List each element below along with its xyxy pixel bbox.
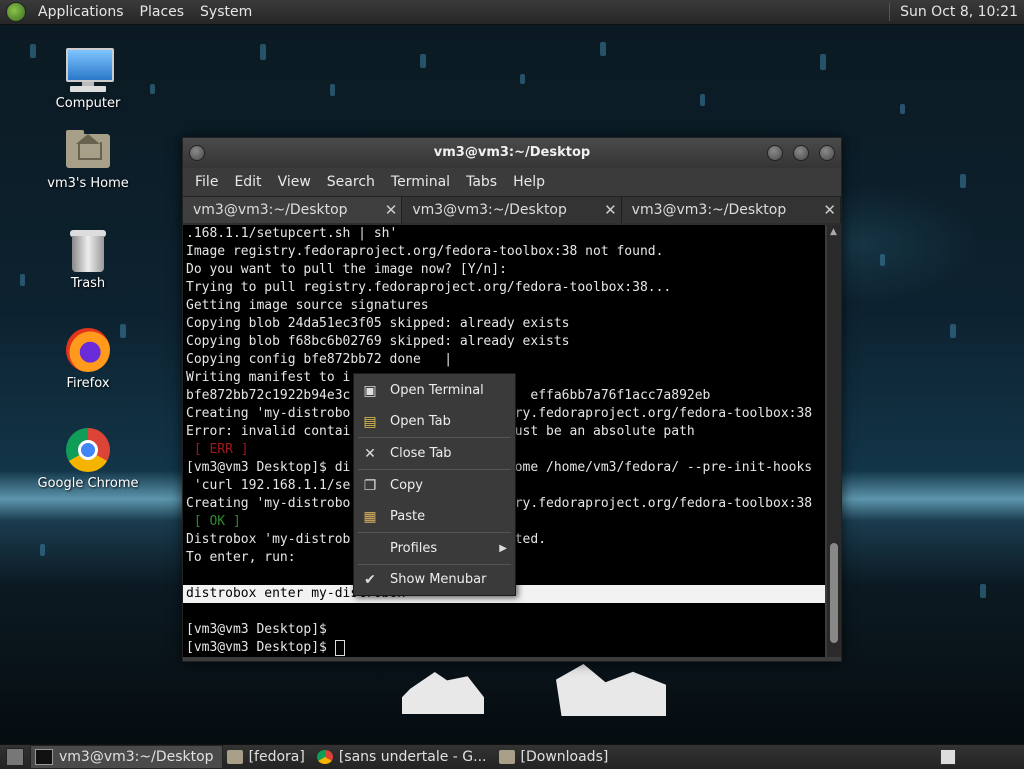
- trash-icon: [64, 226, 112, 274]
- check-icon: ✔: [364, 572, 376, 588]
- tab-close-icon[interactable]: ✕: [604, 197, 617, 223]
- terminal-line: Do you want to pull the image now? [Y/n]…: [186, 262, 507, 277]
- menu-item-profiles[interactable]: Profiles ▶: [354, 536, 515, 562]
- tab-label: vm3@vm3:~/Desktop: [412, 202, 567, 218]
- scroll-thumb[interactable]: [830, 543, 838, 643]
- submenu-arrow-icon: ▶: [499, 543, 507, 554]
- menu-help[interactable]: Help: [505, 174, 553, 190]
- menu-system[interactable]: System: [192, 0, 260, 24]
- terminal-line: Image registry.fedoraproject.org/fedora-…: [186, 244, 664, 259]
- menu-edit[interactable]: Edit: [226, 174, 269, 190]
- terminal-line: .168.1.1/setupcert.sh | sh': [186, 226, 398, 241]
- terminal-line: Copying blob f68bc6b02769 skipped: alrea…: [186, 334, 570, 349]
- menu-item-open-tab[interactable]: ▤ Open Tab: [354, 409, 515, 435]
- terminal-cursor: [334, 639, 345, 656]
- terminal-line: Copying config bfe872bb72 done |: [186, 352, 453, 367]
- menu-item-open-terminal[interactable]: ▣ Open Terminal: [354, 378, 515, 404]
- distro-logo-icon[interactable]: [6, 2, 26, 22]
- desktop-icon-label: Firefox: [66, 376, 110, 391]
- menu-search[interactable]: Search: [319, 174, 383, 190]
- desktop-icon-trash[interactable]: Trash: [28, 226, 148, 291]
- window-menu-icon[interactable]: [189, 145, 205, 161]
- menubar: File Edit View Search Terminal Tabs Help: [183, 168, 841, 196]
- terminal-icon: [35, 749, 53, 765]
- folder-icon: [498, 750, 515, 764]
- close-icon: ✕: [364, 446, 376, 462]
- terminal-tab-1[interactable]: vm3@vm3:~/Desktop ✕: [183, 197, 403, 223]
- terminal-line: Trying to pull registry.fedoraproject.or…: [186, 280, 672, 295]
- terminal-tab-2[interactable]: vm3@vm3:~/Desktop ✕: [402, 197, 622, 223]
- desktop-icon-home[interactable]: vm3's Home: [28, 126, 148, 191]
- menu-item-copy[interactable]: ❐ Copy: [354, 473, 515, 499]
- taskbar-item-terminal[interactable]: vm3@vm3:~/Desktop: [30, 745, 223, 769]
- tab-bar: vm3@vm3:~/Desktop ✕ vm3@vm3:~/Desktop ✕ …: [183, 196, 841, 225]
- menu-item-paste[interactable]: ▦ Paste: [354, 504, 515, 530]
- menu-tabs[interactable]: Tabs: [458, 174, 505, 190]
- terminal-icon: ▣: [363, 383, 377, 399]
- show-desktop-icon[interactable]: [6, 748, 24, 766]
- menu-item-show-menubar[interactable]: ✔ Show Menubar: [354, 567, 515, 593]
- terminal-line: [vm3@vm3 Desktop]$: [186, 622, 327, 637]
- desktop-icon-label: Computer: [55, 96, 121, 111]
- tab-close-icon[interactable]: ✕: [385, 197, 398, 223]
- terminal-line: Getting image source signatures: [186, 298, 429, 313]
- desktop-icon-firefox[interactable]: Firefox: [28, 326, 148, 391]
- new-tab-icon: ▤: [363, 414, 377, 430]
- terminal-line: Copying blob 24da51ec3f05 skipped: alrea…: [186, 316, 570, 331]
- chrome-icon: [316, 750, 333, 764]
- context-menu: ▣ Open Terminal ▤ Open Tab ✕ Close Tab ❐…: [353, 373, 516, 596]
- terminal-prompt-line: [vm3@vm3 Desktop]$: [183, 639, 825, 657]
- window-titlebar[interactable]: vm3@vm3:~/Desktop: [183, 138, 841, 168]
- maximize-icon[interactable]: [793, 145, 809, 161]
- tab-label: vm3@vm3:~/Desktop: [631, 202, 787, 218]
- terminal-scrollbar[interactable]: ▲: [827, 225, 841, 657]
- menu-file[interactable]: File: [187, 174, 226, 190]
- paste-icon: ▦: [363, 509, 377, 525]
- workspace-switcher[interactable]: [940, 749, 956, 765]
- menu-places[interactable]: Places: [132, 0, 193, 24]
- window-title: vm3@vm3:~/Desktop: [433, 145, 591, 160]
- desktop-icon-computer[interactable]: Computer: [28, 46, 148, 111]
- menu-applications[interactable]: Applications: [30, 0, 132, 24]
- scroll-up-icon[interactable]: ▲: [830, 227, 837, 237]
- taskbar-item-downloads[interactable]: [Downloads]: [495, 746, 617, 768]
- terminal-prompt: [vm3@vm3 Desktop]$: [186, 640, 335, 655]
- firefox-icon: [64, 326, 112, 374]
- tab-close-icon[interactable]: ✕: [823, 197, 836, 223]
- tab-label: vm3@vm3:~/Desktop: [193, 202, 348, 218]
- desktop-icon-label: Google Chrome: [37, 476, 139, 491]
- terminal-tab-3[interactable]: vm3@vm3:~/Desktop ✕: [621, 197, 841, 223]
- top-panel: Applications Places System Sun Oct 8, 10…: [0, 0, 1024, 25]
- home-folder-icon: [64, 126, 112, 174]
- folder-icon: [226, 750, 243, 764]
- bottom-panel: vm3@vm3:~/Desktop [fedora] [sans underta…: [0, 744, 1024, 769]
- menu-terminal[interactable]: Terminal: [383, 174, 458, 190]
- minimize-icon[interactable]: [767, 145, 783, 161]
- clock[interactable]: Sun Oct 8, 10:21: [900, 4, 1024, 20]
- window-close-icon[interactable]: [819, 145, 835, 161]
- copy-icon: ❐: [363, 478, 377, 494]
- taskbar-item-fedora[interactable]: [fedora]: [223, 746, 313, 768]
- desktop-icon-chrome[interactable]: Google Chrome: [28, 426, 148, 491]
- chrome-icon: [64, 426, 112, 474]
- menu-view[interactable]: View: [270, 174, 319, 190]
- menu-item-close-tab[interactable]: ✕ Close Tab: [354, 441, 515, 467]
- desktop-icon-label: vm3's Home: [47, 176, 129, 191]
- desktop-icon-label: Trash: [70, 276, 106, 291]
- taskbar-item-chrome[interactable]: [sans undertale - G...: [313, 746, 495, 768]
- computer-icon: [64, 46, 114, 94]
